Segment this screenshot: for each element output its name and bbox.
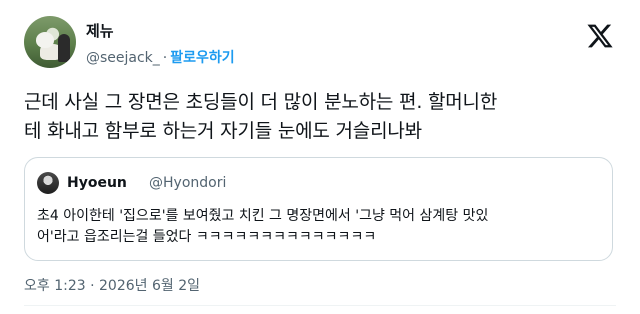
- tweet-text-line-2: 테 화내고 함부로 하는거 자기들 눈에도 거슬리나봐: [24, 120, 422, 142]
- tweet-card: 제뉴 @seejack_ · 팔로우하기 근데 사실 그 장면은 초딩들이 더 많이…: [0, 0, 640, 314]
- quoted-tweet[interactable]: Hyoeun @Hyondori 초4 아이한테 '집으로'를 보여줬고 치킨 …: [24, 157, 613, 261]
- author-avatar[interactable]: [24, 16, 76, 68]
- tweet-text: 근데 사실 그 장면은 초딩들이 더 많이 분노하는 편. 할머니한 테 화내고…: [24, 88, 624, 146]
- author-handle-line: @seejack_ · 팔로우하기: [86, 47, 235, 67]
- author-display-name[interactable]: 제뉴: [86, 20, 114, 41]
- follow-button[interactable]: 팔로우하기: [170, 50, 234, 66]
- divider: [24, 305, 616, 306]
- quoted-author-avatar: [37, 172, 59, 194]
- tweet-text-line-1: 근데 사실 그 장면은 초딩들이 더 많이 분노하는 편. 할머니한: [24, 91, 498, 113]
- quoted-tweet-text: 초4 아이한테 '집으로'를 보여줬고 치킨 그 명장면에서 '그냥 먹어 삼계…: [37, 206, 603, 248]
- avatar-person: [58, 34, 70, 62]
- tweet-timestamp[interactable]: 오후 1:23 · 2026년 6월 2일: [24, 275, 200, 295]
- author-handle[interactable]: @seejack_: [86, 50, 160, 66]
- timestamp-separator: ·: [90, 278, 95, 294]
- quoted-author-handle: @Hyondori: [149, 175, 227, 191]
- timestamp-date: 2026년 6월 2일: [99, 278, 200, 294]
- avatar-dog-head: [36, 32, 54, 48]
- quoted-author-display-name: Hyoeun: [67, 175, 127, 191]
- x-logo-icon[interactable]: [586, 22, 614, 50]
- quoted-text-line-1: 초4 아이한테 '집으로'를 보여줬고 치킨 그 명장면에서 '그냥 먹어 삼계…: [37, 208, 489, 224]
- quoted-text-line-2: 어'라고 읍조리는걸 들었다 ㅋㅋㅋㅋㅋㅋㅋㅋㅋㅋㅋㅋㅋㅋ: [37, 229, 377, 245]
- timestamp-time: 오후 1:23: [24, 278, 86, 294]
- handle-separator: ·: [162, 50, 168, 66]
